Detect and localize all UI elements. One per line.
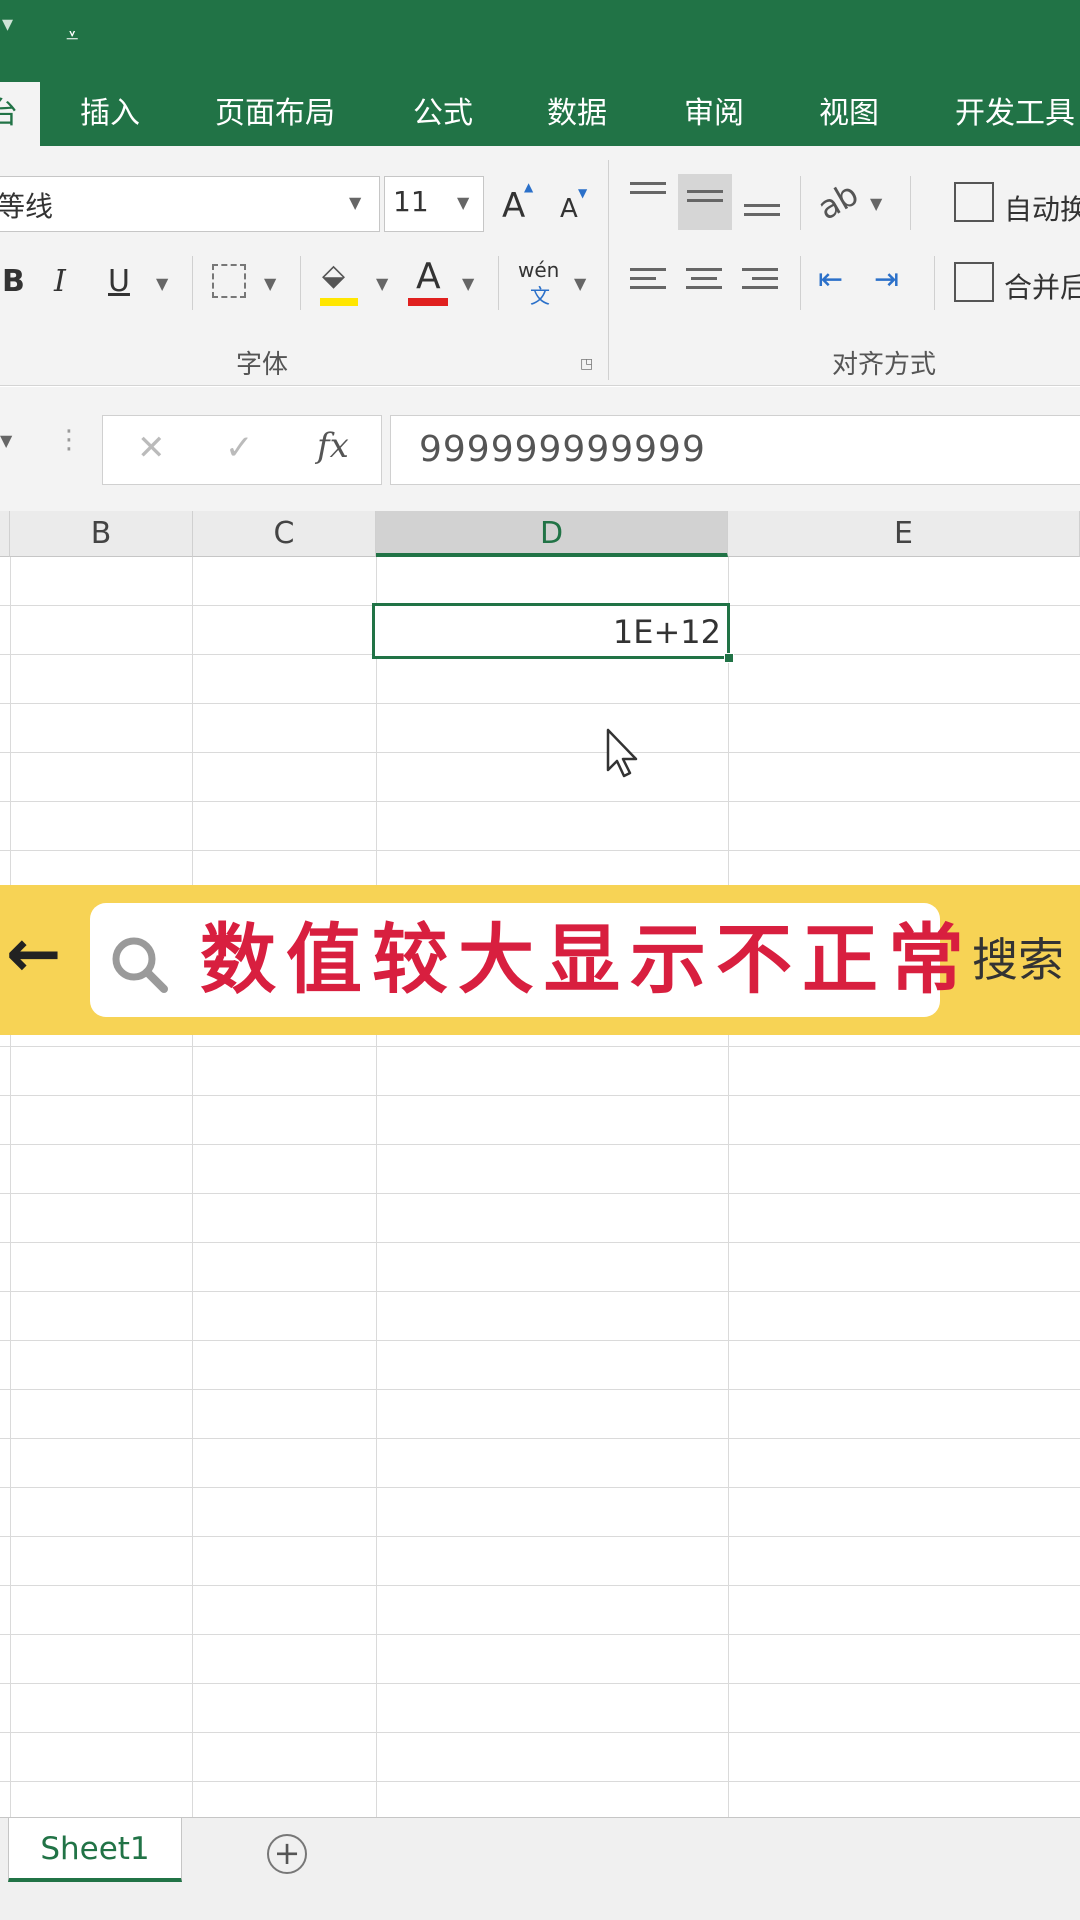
- fill-handle[interactable]: [724, 653, 734, 663]
- orientation-icon[interactable]: ab: [811, 175, 865, 228]
- group-divider: [608, 160, 609, 380]
- font-size-value: 11: [393, 185, 429, 218]
- ribbon-home: 等线 ▼ 11 ▼ A ▲ A ▼ B I U ▼ ▼ ⬙ ▼ A ▼ wén …: [0, 146, 1080, 386]
- sheet-tab-bar: Sheet1 +: [0, 1817, 1080, 1920]
- search-query: 数值较大显示不正常: [200, 915, 974, 1004]
- divider: [300, 256, 301, 310]
- column-divider: [728, 557, 729, 1817]
- chevron-down-icon[interactable]: ▼: [462, 274, 474, 293]
- top-align-icon[interactable]: [630, 182, 666, 200]
- divider: [934, 256, 935, 310]
- column-divider: [10, 557, 11, 1817]
- formula-value: 999999999999: [419, 429, 706, 470]
- chevron-down-icon[interactable]: ▼: [156, 274, 168, 293]
- worksheet-grid[interactable]: [0, 557, 1080, 1817]
- chevron-down-icon[interactable]: ▼: [457, 193, 469, 212]
- formula-input[interactable]: 999999999999: [390, 415, 1080, 485]
- tab-developer[interactable]: 开发工具: [955, 82, 1075, 146]
- qat-fragment-icon[interactable]: ▾: [2, 12, 13, 37]
- tab-formulas[interactable]: 公式: [413, 82, 473, 146]
- merge-center-icon[interactable]: [954, 262, 994, 302]
- font-color-bar: [408, 298, 448, 306]
- wrap-text-icon[interactable]: [954, 182, 994, 222]
- align-left-icon[interactable]: [630, 268, 666, 295]
- insert-function-icon[interactable]: fx: [317, 426, 349, 466]
- title-bar: ▾ ⩡: [0, 0, 1080, 82]
- confirm-entry-icon[interactable]: ✓: [225, 428, 254, 468]
- borders-icon[interactable]: [212, 264, 246, 298]
- tab-data[interactable]: 数据: [547, 82, 607, 146]
- align-right-icon[interactable]: [742, 268, 778, 295]
- tab-view[interactable]: 视图: [819, 82, 879, 146]
- ribbon-tabs: 台 插入 页面布局 公式 数据 审阅 视图 开发工具: [0, 82, 1080, 146]
- formula-buttons: ✕ ✓ fx: [102, 415, 382, 485]
- column-header-b[interactable]: B: [10, 511, 193, 557]
- middle-align-button[interactable]: [678, 174, 732, 230]
- search-button[interactable]: 搜索: [972, 885, 1064, 1035]
- back-arrow-icon[interactable]: ←: [6, 915, 61, 992]
- chevron-down-icon[interactable]: ▼: [264, 274, 276, 293]
- formula-bar-area: ▼ ⋮ ✕ ✓ fx 999999999999: [0, 387, 1080, 511]
- alignment-group-label: 对齐方式: [832, 350, 937, 380]
- divider: [498, 256, 499, 310]
- tab-page-layout[interactable]: 页面布局: [215, 82, 335, 146]
- chevron-down-icon[interactable]: ▼: [574, 274, 586, 293]
- tab-insert[interactable]: 插入: [80, 82, 140, 146]
- decrease-indent-icon[interactable]: ⇤: [818, 262, 843, 297]
- grow-arrow-icon: ▲: [524, 180, 534, 194]
- chevron-down-icon[interactable]: ▼: [870, 194, 882, 213]
- cell-value: 1E+12: [612, 613, 721, 651]
- phonetic-guide-top[interactable]: wén: [518, 258, 559, 282]
- column-header-d[interactable]: D: [376, 511, 728, 557]
- chevron-down-icon[interactable]: ▼: [349, 193, 361, 212]
- column-divider: [376, 557, 377, 1817]
- underline-button[interactable]: U: [108, 264, 130, 299]
- wrap-text-label[interactable]: 自动换: [1004, 188, 1080, 228]
- font-dialog-launcher-icon[interactable]: ◳: [580, 356, 593, 372]
- chevron-down-icon[interactable]: ▼: [376, 274, 388, 293]
- italic-button[interactable]: I: [54, 264, 66, 299]
- name-box-dropdown-icon[interactable]: ▼: [0, 431, 12, 450]
- increase-font-size-button[interactable]: A: [502, 186, 525, 226]
- increase-indent-icon[interactable]: ⇥: [874, 262, 899, 297]
- font-group-label: 字体: [236, 350, 289, 380]
- font-color-button[interactable]: A: [416, 256, 441, 297]
- cancel-entry-icon[interactable]: ✕: [137, 428, 166, 468]
- sheet-tab[interactable]: Sheet1: [8, 1818, 182, 1882]
- divider: [800, 176, 801, 230]
- divider: [192, 256, 193, 310]
- tab-home-label: 台: [0, 96, 18, 131]
- bold-button[interactable]: B: [2, 264, 25, 299]
- column-header-a[interactable]: [0, 511, 10, 557]
- formula-bar-grip: ⋮: [56, 425, 82, 455]
- shrink-arrow-icon: ▼: [578, 186, 588, 200]
- search-banner: ← 数值较大显示不正常 搜索: [0, 885, 1080, 1035]
- customize-qat-icon[interactable]: ⩡: [66, 24, 78, 49]
- fill-color-icon[interactable]: ⬙: [322, 258, 345, 293]
- divider: [800, 256, 801, 310]
- mouse-cursor-icon: [606, 728, 638, 778]
- tab-home[interactable]: 台: [0, 82, 40, 146]
- font-size-combobox[interactable]: 11 ▼: [384, 176, 484, 232]
- search-icon: [112, 937, 168, 993]
- font-name-value: 等线: [0, 190, 54, 223]
- bottom-align-icon[interactable]: [744, 204, 780, 222]
- align-center-icon[interactable]: [686, 268, 722, 295]
- search-box[interactable]: 数值较大显示不正常: [90, 903, 964, 1017]
- column-header-c[interactable]: C: [193, 511, 376, 557]
- merge-center-label[interactable]: 合并后: [1004, 266, 1080, 306]
- add-sheet-button[interactable]: +: [267, 1834, 307, 1874]
- divider: [910, 176, 911, 230]
- font-name-combobox[interactable]: 等线 ▼: [0, 176, 380, 232]
- selected-cell-d[interactable]: 1E+12: [372, 603, 734, 663]
- column-header-e[interactable]: E: [728, 511, 1080, 557]
- tab-review[interactable]: 审阅: [684, 82, 744, 146]
- phonetic-guide-bottom: 文: [530, 284, 550, 308]
- decrease-font-size-button[interactable]: A: [560, 194, 578, 224]
- column-divider: [192, 557, 193, 1817]
- fill-color-bar: [320, 298, 358, 306]
